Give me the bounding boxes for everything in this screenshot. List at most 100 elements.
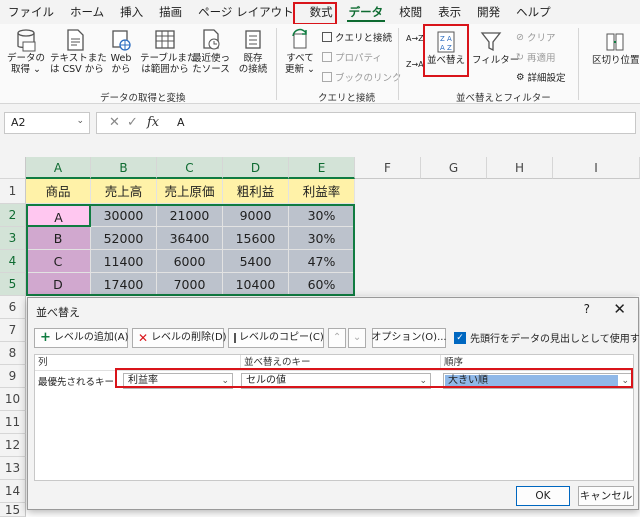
group-separator bbox=[276, 28, 277, 100]
row-header-11[interactable]: 11 bbox=[0, 411, 26, 434]
options-label: オプション(O)... bbox=[371, 332, 447, 343]
from-table-button[interactable]: テーブルまた は範囲から bbox=[140, 28, 196, 75]
row-header-13[interactable]: 13 bbox=[0, 457, 26, 480]
sort-level-row[interactable]: 最優先されるキー 利益率 ⌄ セルの値 ⌄ 大きい順 ⌄ bbox=[35, 372, 633, 390]
menu-developer[interactable]: 開発 bbox=[469, 0, 508, 24]
row-header-10[interactable]: 10 bbox=[0, 388, 26, 411]
column-header-a[interactable]: A bbox=[26, 157, 91, 179]
sort-za-icon: Z→A bbox=[406, 60, 424, 69]
row-header-6[interactable]: 6 bbox=[0, 296, 26, 319]
row-header-4[interactable]: 4 bbox=[0, 250, 26, 273]
row-header-5[interactable]: 5 bbox=[0, 273, 26, 296]
order-select[interactable]: 大きい順 ⌄ bbox=[443, 373, 633, 389]
formula-input[interactable]: ✕ ✓ fx A bbox=[96, 112, 636, 134]
row-label: 最優先されるキー bbox=[38, 377, 115, 388]
menu-help[interactable]: ヘルプ bbox=[508, 0, 559, 24]
edit-links-button[interactable]: ブックのリンク bbox=[322, 70, 402, 84]
row-header-7[interactable]: 7 bbox=[0, 319, 26, 342]
row-header-2[interactable]: 2 bbox=[0, 204, 26, 227]
header-checkbox[interactable]: ✓ 先頭行をデータの見出しとして使用する(H) bbox=[454, 330, 640, 345]
menu-file[interactable]: ファイル bbox=[0, 0, 62, 24]
sort-za-button[interactable]: Z→A bbox=[406, 60, 424, 69]
get-data-button[interactable]: データの 取得 ⌄ bbox=[6, 28, 46, 75]
sort-az-button[interactable]: A→Z bbox=[406, 34, 424, 43]
help-button[interactable]: ? bbox=[584, 302, 590, 316]
from-text-csv-button[interactable]: テキストまた は CSV から bbox=[50, 28, 107, 75]
column-header-d[interactable]: D bbox=[223, 157, 289, 179]
row-header-14[interactable]: 14 bbox=[0, 480, 26, 503]
move-down-button[interactable]: ⌄ bbox=[348, 328, 366, 348]
filter-button[interactable]: フィルター bbox=[472, 30, 519, 66]
reapply-button[interactable]: ↻ 再適用 bbox=[516, 50, 555, 65]
clear-button[interactable]: ⊘ クリア bbox=[516, 30, 555, 45]
checkbox-checked-icon[interactable]: ✓ bbox=[454, 331, 466, 344]
advanced-button[interactable]: ⚙ 詳細設定 bbox=[516, 70, 566, 85]
menu-insert[interactable]: 挿入 bbox=[112, 0, 151, 24]
column-header-i[interactable]: I bbox=[553, 157, 640, 179]
column-header-h[interactable]: H bbox=[487, 157, 553, 179]
text-to-columns-button[interactable]: 区切り位置 bbox=[592, 30, 640, 66]
select-all-corner[interactable] bbox=[0, 157, 26, 179]
header-checkbox-label: 先頭行をデータの見出しとして使用する(H) bbox=[470, 334, 640, 345]
chevron-down-icon[interactable]: ⌄ bbox=[76, 116, 84, 126]
column-header-g[interactable]: G bbox=[421, 157, 487, 179]
refresh-icon bbox=[292, 28, 307, 49]
menu-formulas[interactable]: 数式 bbox=[302, 0, 341, 24]
delete-icon: ✕ bbox=[138, 331, 149, 345]
close-button[interactable]: ✕ bbox=[613, 300, 626, 318]
copy-level-label: レベルのコピー(C) bbox=[239, 332, 324, 343]
column-header-c[interactable]: C bbox=[157, 157, 223, 179]
chevron-down-icon: ⌄ bbox=[352, 332, 362, 343]
table-header-cell[interactable]: 利益率 bbox=[289, 179, 355, 204]
table-header-cell[interactable]: 粗利益 bbox=[223, 179, 289, 204]
add-level-button[interactable]: + レベルの追加(A) bbox=[34, 328, 129, 348]
queries-connections-button[interactable]: クエリと接続 bbox=[322, 30, 392, 44]
confirm-icon[interactable]: ✓ bbox=[127, 115, 138, 130]
column-header-b[interactable]: B bbox=[91, 157, 157, 179]
menu-home[interactable]: ホーム bbox=[62, 0, 112, 24]
sort-button[interactable]: Z AA Z 並べ替え bbox=[426, 30, 466, 66]
sort-key-select[interactable]: セルの値 ⌄ bbox=[241, 373, 431, 389]
recent-sources-button[interactable]: 最近使っ たソース bbox=[192, 28, 230, 75]
chevron-down-icon: ⌄ bbox=[621, 376, 629, 386]
menu-draw[interactable]: 描画 bbox=[151, 0, 190, 24]
row-header-8[interactable]: 8 bbox=[0, 342, 26, 365]
fx-icon[interactable]: fx bbox=[147, 115, 159, 130]
cancel-button[interactable]: キャンセル bbox=[578, 486, 634, 506]
table-header-cell[interactable]: 商品 bbox=[26, 179, 91, 204]
column-header-e[interactable]: E bbox=[289, 157, 355, 179]
column-header: 列 bbox=[35, 355, 241, 371]
menu-view[interactable]: 表示 bbox=[430, 0, 469, 24]
menu-review[interactable]: 校閲 bbox=[391, 0, 430, 24]
links-icon bbox=[322, 72, 332, 82]
row-header-3[interactable]: 3 bbox=[0, 227, 26, 250]
group-get-label: データの取得と変換 bbox=[100, 93, 186, 104]
get-data-label: データの 取得 ⌄ bbox=[6, 53, 45, 75]
menu-data[interactable]: データ bbox=[341, 0, 392, 24]
options-button[interactable]: オプション(O)... bbox=[371, 328, 447, 348]
name-box[interactable]: A2 ⌄ bbox=[4, 112, 90, 134]
recent-sources-label: 最近使っ たソース bbox=[192, 53, 231, 75]
row-header-12[interactable]: 12 bbox=[0, 434, 26, 457]
existing-connections-button[interactable]: 既存 の接続 bbox=[236, 28, 270, 75]
connections-icon bbox=[245, 30, 261, 49]
table-header-cell[interactable]: 売上高 bbox=[91, 179, 157, 204]
properties-button[interactable]: プロパティ bbox=[322, 50, 382, 64]
row-header-1[interactable]: 1 bbox=[0, 179, 26, 204]
column-select[interactable]: 利益率 ⌄ bbox=[123, 373, 233, 389]
cancel-icon[interactable]: ✕ bbox=[109, 115, 120, 130]
sort-label: 並べ替え bbox=[426, 55, 465, 66]
row-header-9[interactable]: 9 bbox=[0, 365, 26, 388]
refresh-all-button[interactable]: すべて 更新 ⌄ bbox=[282, 28, 318, 75]
filter-label: フィルター bbox=[472, 55, 520, 66]
menu-bar: ファイル ホーム 挿入 描画 ページ レイアウト 数式 データ 校閲 表示 開発… bbox=[0, 0, 640, 24]
column-header-f[interactable]: F bbox=[355, 157, 421, 179]
table-header-cell[interactable]: 売上原価 bbox=[157, 179, 223, 204]
from-web-button[interactable]: Web から bbox=[104, 28, 138, 75]
menu-page-layout[interactable]: ページ レイアウト bbox=[190, 0, 301, 24]
row-header-15[interactable]: 15 bbox=[0, 503, 26, 517]
delete-level-button[interactable]: ✕ レベルの削除(D) bbox=[132, 328, 227, 348]
ok-button[interactable]: OK bbox=[516, 486, 570, 506]
copy-level-button[interactable]: レベルのコピー(C) bbox=[228, 328, 324, 348]
move-up-button[interactable]: ⌃ bbox=[328, 328, 346, 348]
